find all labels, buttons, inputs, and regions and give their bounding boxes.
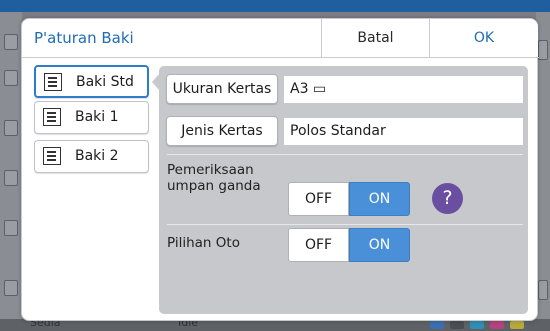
divider [167, 224, 523, 225]
status-chip [450, 321, 464, 329]
double-feed-off-button[interactable]: OFF [288, 182, 349, 216]
auto-select-toggle: OFF ON [288, 228, 410, 262]
background-icon [538, 40, 548, 60]
status-chip [510, 321, 524, 329]
divider [167, 154, 523, 155]
ok-button[interactable]: OK [430, 19, 538, 57]
double-feed-label-line2: umpan ganda [167, 178, 261, 194]
background-header [0, 0, 550, 12]
background-icon [538, 280, 548, 300]
cancel-button[interactable]: Batal [321, 19, 430, 57]
tray-settings-dialog: P'aturan Baki Batal OK Baki Std Baki 1 B… [21, 18, 539, 321]
background-icon [4, 120, 18, 136]
tray-icon [43, 147, 61, 165]
background-icon [4, 70, 18, 86]
background-icon [4, 170, 18, 186]
double-feed-label: Pemeriksaan umpan ganda [167, 162, 261, 194]
tray-icon [44, 73, 62, 91]
auto-select-off-button[interactable]: OFF [288, 228, 349, 262]
background-right-strip [536, 12, 550, 320]
background-sidebar [0, 12, 22, 320]
auto-select-label: Pilihan Oto [167, 235, 240, 251]
tray-icon [43, 108, 61, 126]
double-feed-on-button[interactable]: ON [349, 182, 410, 216]
paper-size-button[interactable]: Ukuran Kertas [166, 74, 278, 104]
background-icon [4, 280, 18, 296]
tray-tab-label: Baki 1 [75, 109, 119, 125]
background-icon [4, 220, 18, 236]
tray-tab-label: Baki Std [76, 74, 134, 90]
tray-tab-1[interactable]: Baki 1 [34, 101, 149, 134]
background-icon [4, 34, 18, 50]
double-feed-toggle: OFF ON [288, 182, 410, 216]
dialog-titlebar: P'aturan Baki Batal OK [22, 19, 539, 58]
tray-settings-panel: Ukuran Kertas A3 ▭ Jenis Kertas Polos St… [159, 66, 528, 314]
status-chip [470, 321, 484, 329]
double-feed-label-line1: Pemeriksaan [167, 162, 254, 178]
paper-size-value: A3 ▭ [284, 76, 523, 103]
tray-tab-label: Baki 2 [75, 148, 119, 164]
auto-select-on-button[interactable]: ON [349, 228, 410, 262]
tray-tab-std[interactable]: Baki Std [34, 65, 149, 98]
help-icon[interactable]: ? [432, 183, 463, 214]
tray-tab-2[interactable]: Baki 2 [34, 140, 149, 173]
status-chip [490, 321, 504, 329]
status-chip [430, 321, 444, 329]
dialog-title: P'aturan Baki [34, 29, 134, 47]
paper-type-value: Polos Standar [284, 118, 523, 145]
paper-type-button[interactable]: Jenis Kertas [166, 116, 278, 146]
